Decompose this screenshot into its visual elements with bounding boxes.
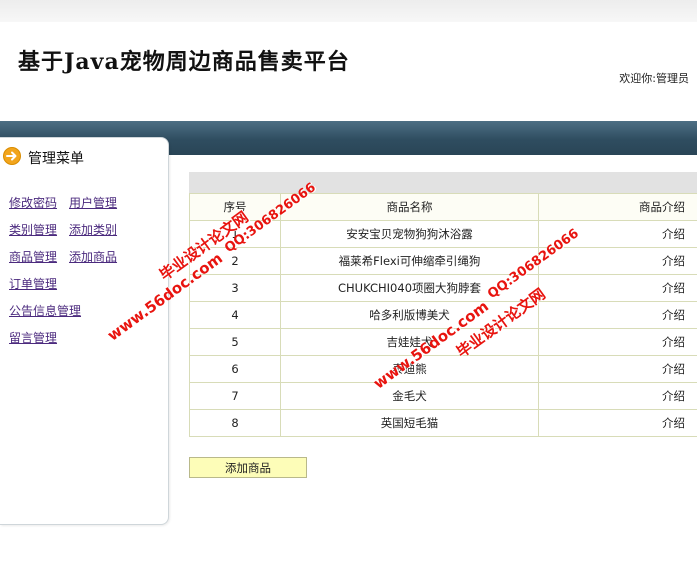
cell-name: 安安宝贝宠物狗狗沐浴露 xyxy=(280,220,539,248)
cell-name: 金毛犬 xyxy=(280,382,539,410)
menu-row: 类别管理 添加类别 xyxy=(9,221,169,248)
welcome-text: 欢迎你:管理员 xyxy=(619,72,689,85)
add-goods-button[interactable]: 添加商品 xyxy=(189,457,307,478)
site-title: 基于Java宠物周边商品售卖平台 xyxy=(18,49,350,75)
table-row: 3 CHUKCHI040项圈大狗脖套 介绍 xyxy=(189,274,697,302)
cell-name: 英国短毛猫 xyxy=(280,409,539,437)
table-row: 7 金毛犬 介绍 xyxy=(189,382,697,410)
menu-add-category[interactable]: 添加类别 xyxy=(69,223,117,237)
cell-intro-link[interactable]: 介绍 xyxy=(538,382,697,410)
content-header-bar xyxy=(189,172,697,193)
menu-category-management[interactable]: 类别管理 xyxy=(9,223,57,237)
table-row: 6 泰迪熊 介绍 xyxy=(189,355,697,383)
menu-change-password[interactable]: 修改密码 xyxy=(9,196,57,210)
cell-intro-link[interactable]: 介绍 xyxy=(538,328,697,356)
menu-user-management[interactable]: 用户管理 xyxy=(69,196,117,210)
top-strip xyxy=(0,0,697,22)
arrow-right-icon xyxy=(3,147,21,165)
cell-intro-link[interactable]: 介绍 xyxy=(538,409,697,437)
column-header-name: 商品名称 xyxy=(280,193,539,221)
column-header-intro: 商品介绍 xyxy=(538,193,697,221)
table-row: 2 福莱希Flexi可伸缩牵引绳狗 介绍 xyxy=(189,247,697,275)
cell-index: 7 xyxy=(189,382,281,410)
cell-name: 福莱希Flexi可伸缩牵引绳狗 xyxy=(280,247,539,275)
menu-title: 管理菜单 xyxy=(28,151,84,167)
admin-menu: 修改密码 用户管理 类别管理 添加类别 商品管理 添加商品 订单管理 公告信息管理 留… xyxy=(9,194,169,356)
cell-intro-link[interactable]: 介绍 xyxy=(538,274,697,302)
sidebar-header: 管理菜单 xyxy=(0,146,168,168)
cell-intro-link[interactable]: 介绍 xyxy=(538,355,697,383)
menu-add-goods[interactable]: 添加商品 xyxy=(69,250,117,264)
menu-row: 订单管理 xyxy=(9,275,169,302)
menu-row: 商品管理 添加商品 xyxy=(9,248,169,275)
menu-message-management[interactable]: 留言管理 xyxy=(9,331,57,345)
menu-order-management[interactable]: 订单管理 xyxy=(9,277,57,291)
cell-intro-link[interactable]: 介绍 xyxy=(538,301,697,329)
menu-row: 修改密码 用户管理 xyxy=(9,194,169,221)
cell-index: 4 xyxy=(189,301,281,329)
cell-index: 8 xyxy=(189,409,281,437)
cell-index: 6 xyxy=(189,355,281,383)
menu-notice-management[interactable]: 公告信息管理 xyxy=(9,304,81,318)
cell-index: 5 xyxy=(189,328,281,356)
sidebar: 管理菜单 修改密码 用户管理 类别管理 添加类别 商品管理 添加商品 订单管理 公告信… xyxy=(0,137,169,525)
menu-goods-management[interactable]: 商品管理 xyxy=(9,250,57,264)
menu-row: 留言管理 xyxy=(9,329,169,356)
table-row: 8 英国短毛猫 介绍 xyxy=(189,409,697,437)
